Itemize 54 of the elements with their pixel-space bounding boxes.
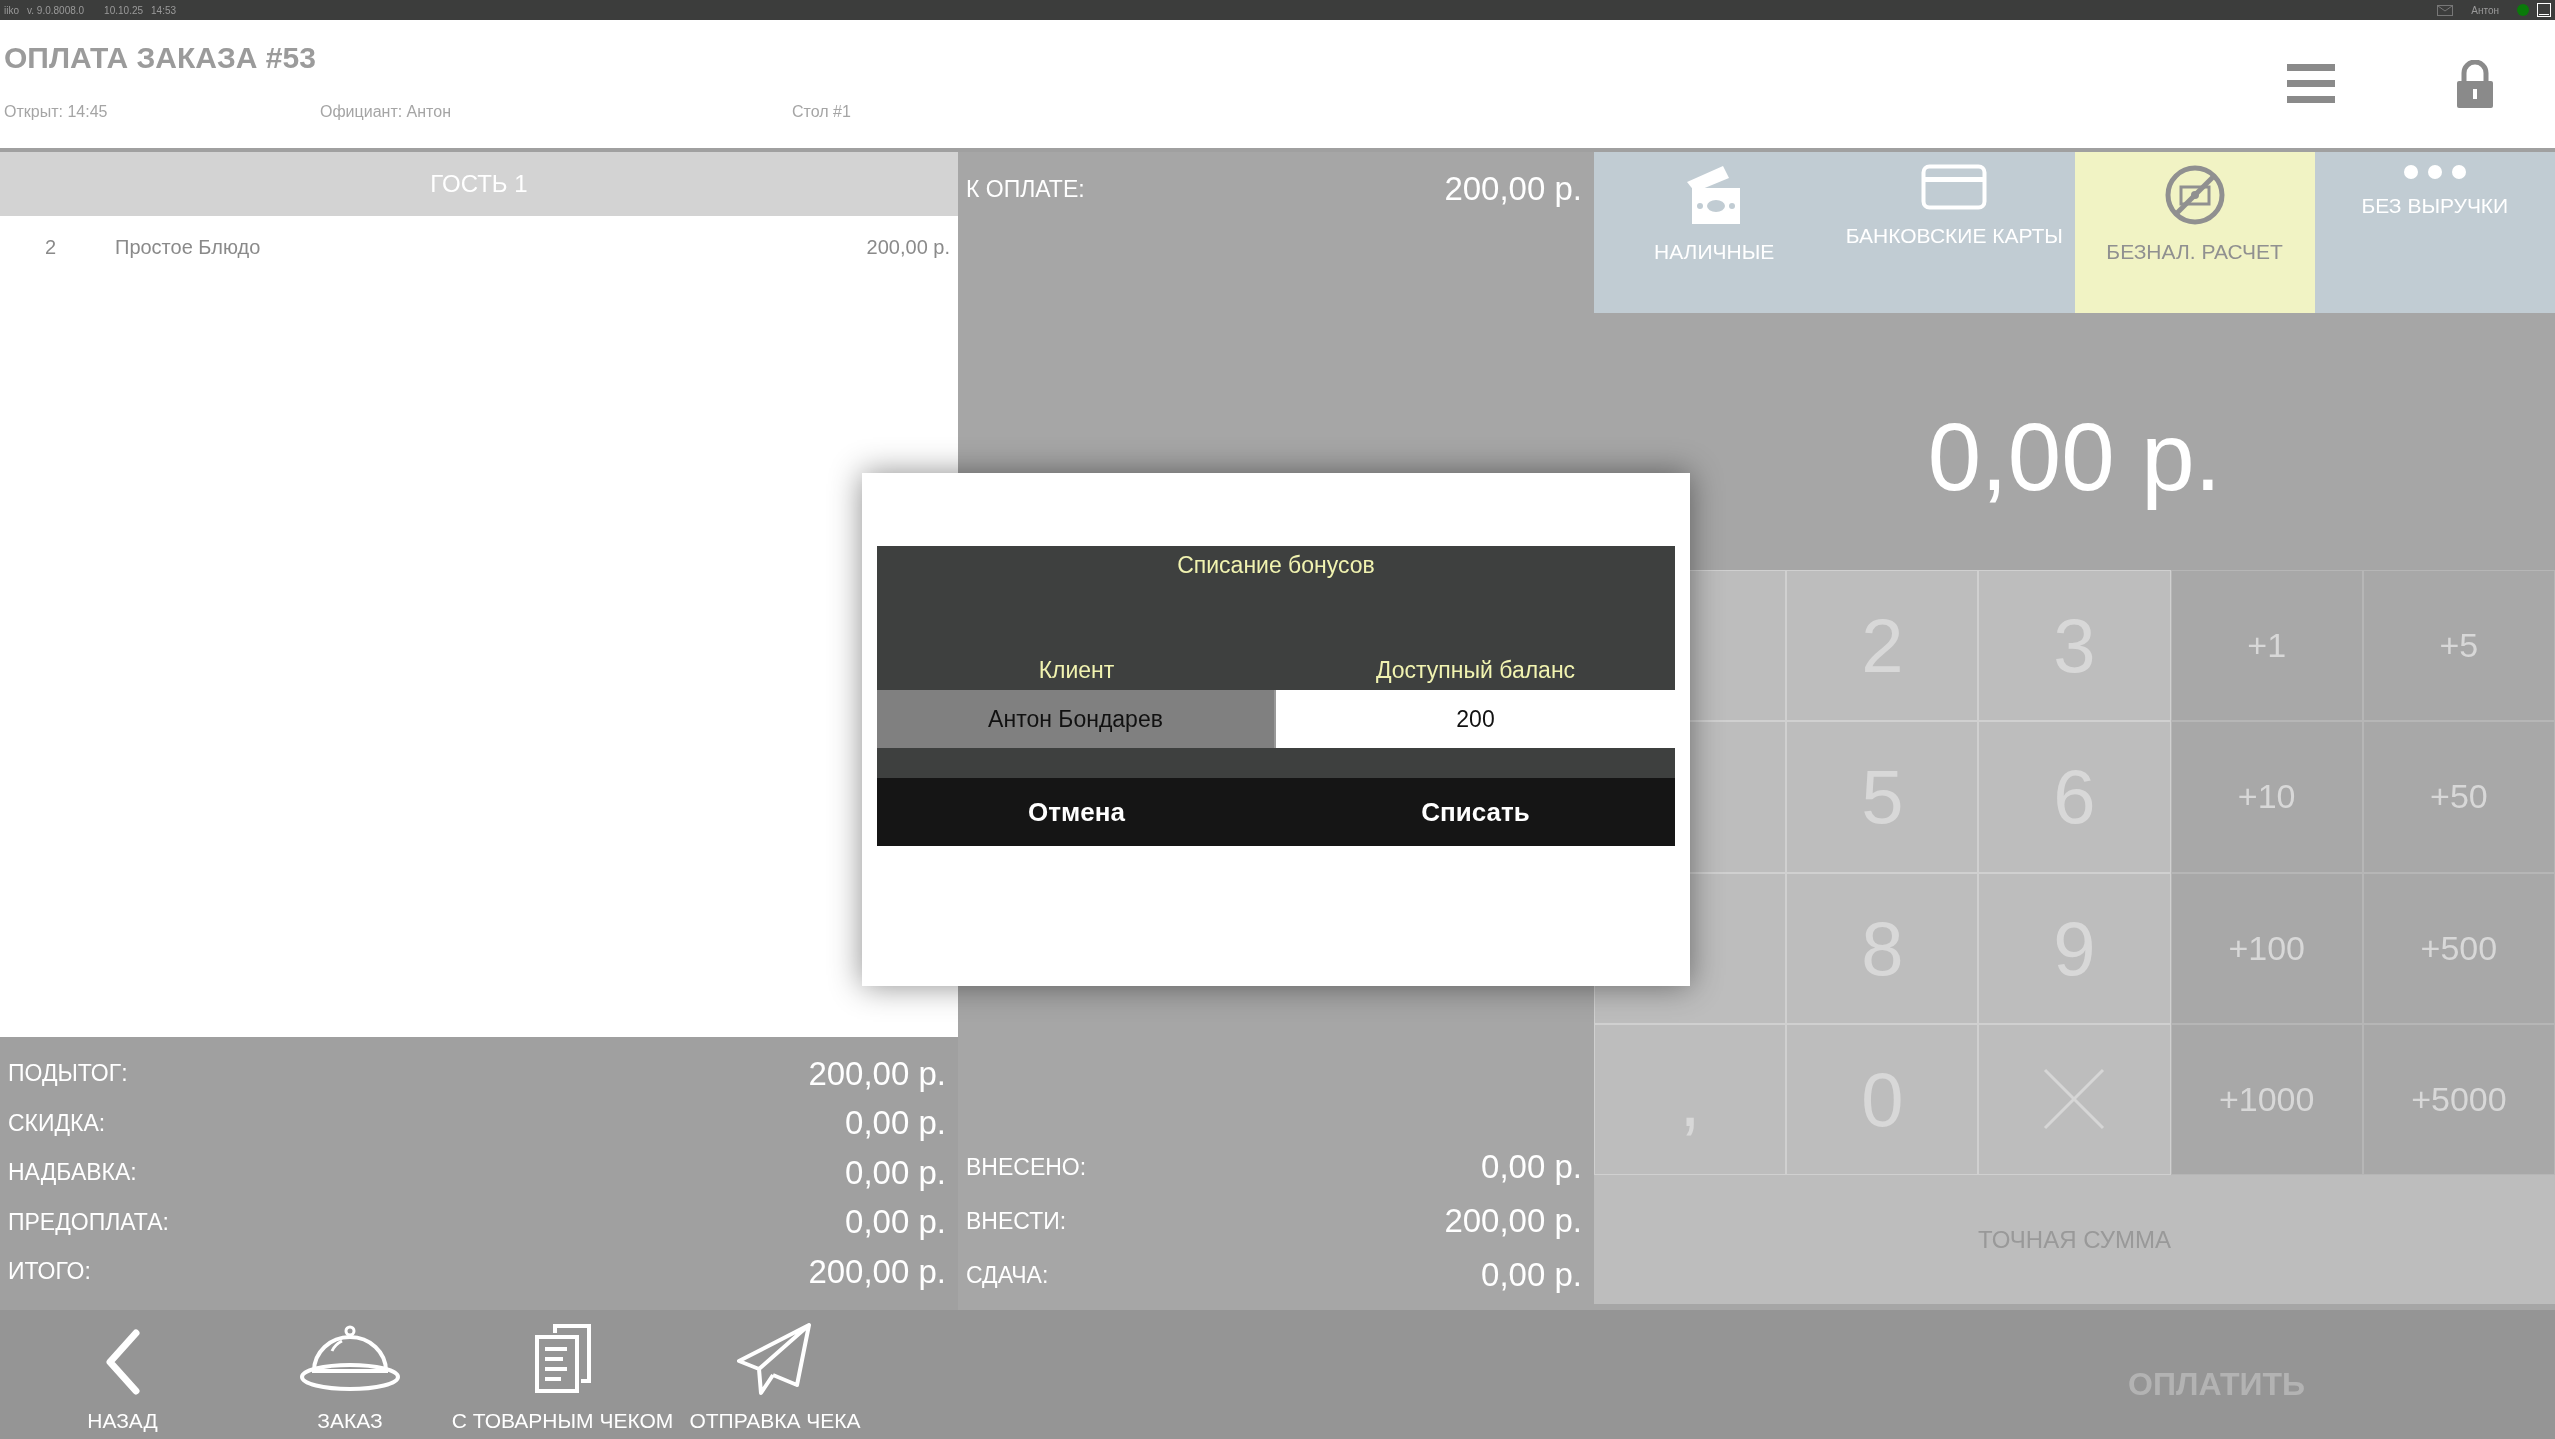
window-icon[interactable] (2537, 3, 2551, 17)
total-label: СКИДКА: (8, 1109, 106, 1137)
payment-value: 0,00 р. (1481, 1256, 1582, 1294)
table-number: Стол #1 (792, 103, 851, 121)
card-icon (1921, 164, 1988, 210)
version-text: v. 9.0.8008.0 (27, 4, 85, 16)
total-value: 0,00 р. (845, 1153, 946, 1192)
item-price: 200,00 р. (866, 236, 950, 259)
balance-cell: 200 (1276, 690, 1675, 748)
due-label: К ОПЛАТЕ: (966, 175, 1085, 203)
opened-time: Открыт: 14:45 (4, 103, 109, 121)
total-label: ПОДЫТОГ: (8, 1060, 128, 1087)
payment-value: 200,00 р. (1444, 1202, 1582, 1240)
item-quantity: 2 (45, 236, 58, 259)
payment-type-tab[interactable]: БЕЗ ВЫРУЧКИ (2314, 152, 2555, 313)
entered-amount: 0,00 р. (1927, 401, 2222, 512)
waiter-name: Официант: Антон (320, 103, 452, 121)
user-name: Антон (2471, 4, 2499, 16)
total-value: 200,00 р. (808, 1252, 946, 1291)
total-label: ПРЕДОПЛАТА: (8, 1208, 169, 1236)
total-label: ИТОГО: (8, 1258, 91, 1285)
payment-label: ВНЕСЕНО: (966, 1153, 1087, 1181)
payment-label: СДАЧА: (966, 1261, 1049, 1289)
total-value: 200,00 р. (808, 1054, 946, 1093)
action-button[interactable]: С ТОВАРНЫМ ЧЕКОМ (455, 1323, 670, 1439)
menu-icon[interactable] (2287, 62, 2335, 106)
back-icon (105, 1329, 140, 1395)
column-header: Доступный баланс (1374, 656, 1577, 684)
total-value: 0,00 р. (845, 1203, 946, 1241)
receipts-icon (532, 1323, 593, 1395)
payment-type-tab[interactable]: БАНКОВСКИЕ КАРТЫ (1834, 152, 2075, 313)
payment-type-tab[interactable]: БЕЗНАЛ. РАСЧЕТ (2074, 152, 2315, 313)
payment-type-tab[interactable]: НАЛИЧНЫЕ (1594, 152, 1835, 313)
column-header: Клиент (1037, 656, 1116, 684)
paper-plane-icon (737, 1323, 813, 1395)
clock-text: 14:53 (151, 4, 177, 16)
no-cash-icon (2163, 164, 2226, 226)
total-value: 0,00 р. (845, 1104, 946, 1142)
client-cell: Антон Бондарев (877, 690, 1276, 748)
payment-value: 0,00 р. (1481, 1148, 1582, 1186)
lock-icon[interactable] (2455, 60, 2495, 108)
more-icon (2402, 164, 2467, 180)
dialog-title: Списание бонусов (1176, 551, 1376, 580)
payment-label: ВНЕСТИ: (966, 1207, 1067, 1235)
due-amount: 200,00 р. (1444, 170, 1582, 208)
keypad-key[interactable]: , (1594, 1023, 1787, 1175)
item-name: Простое Блюдо (115, 236, 262, 259)
date-text: 10.10.25 (104, 4, 144, 16)
close-icon (2043, 1068, 2106, 1131)
total-label: НАДБАВКА: (8, 1159, 137, 1186)
app-name: iiko (4, 4, 19, 16)
page-title: ОПЛАТА ЗАКАЗА #53 (4, 41, 317, 75)
mail-icon[interactable] (2437, 4, 2454, 16)
action-button[interactable]: НАЗАД (0, 1329, 245, 1439)
